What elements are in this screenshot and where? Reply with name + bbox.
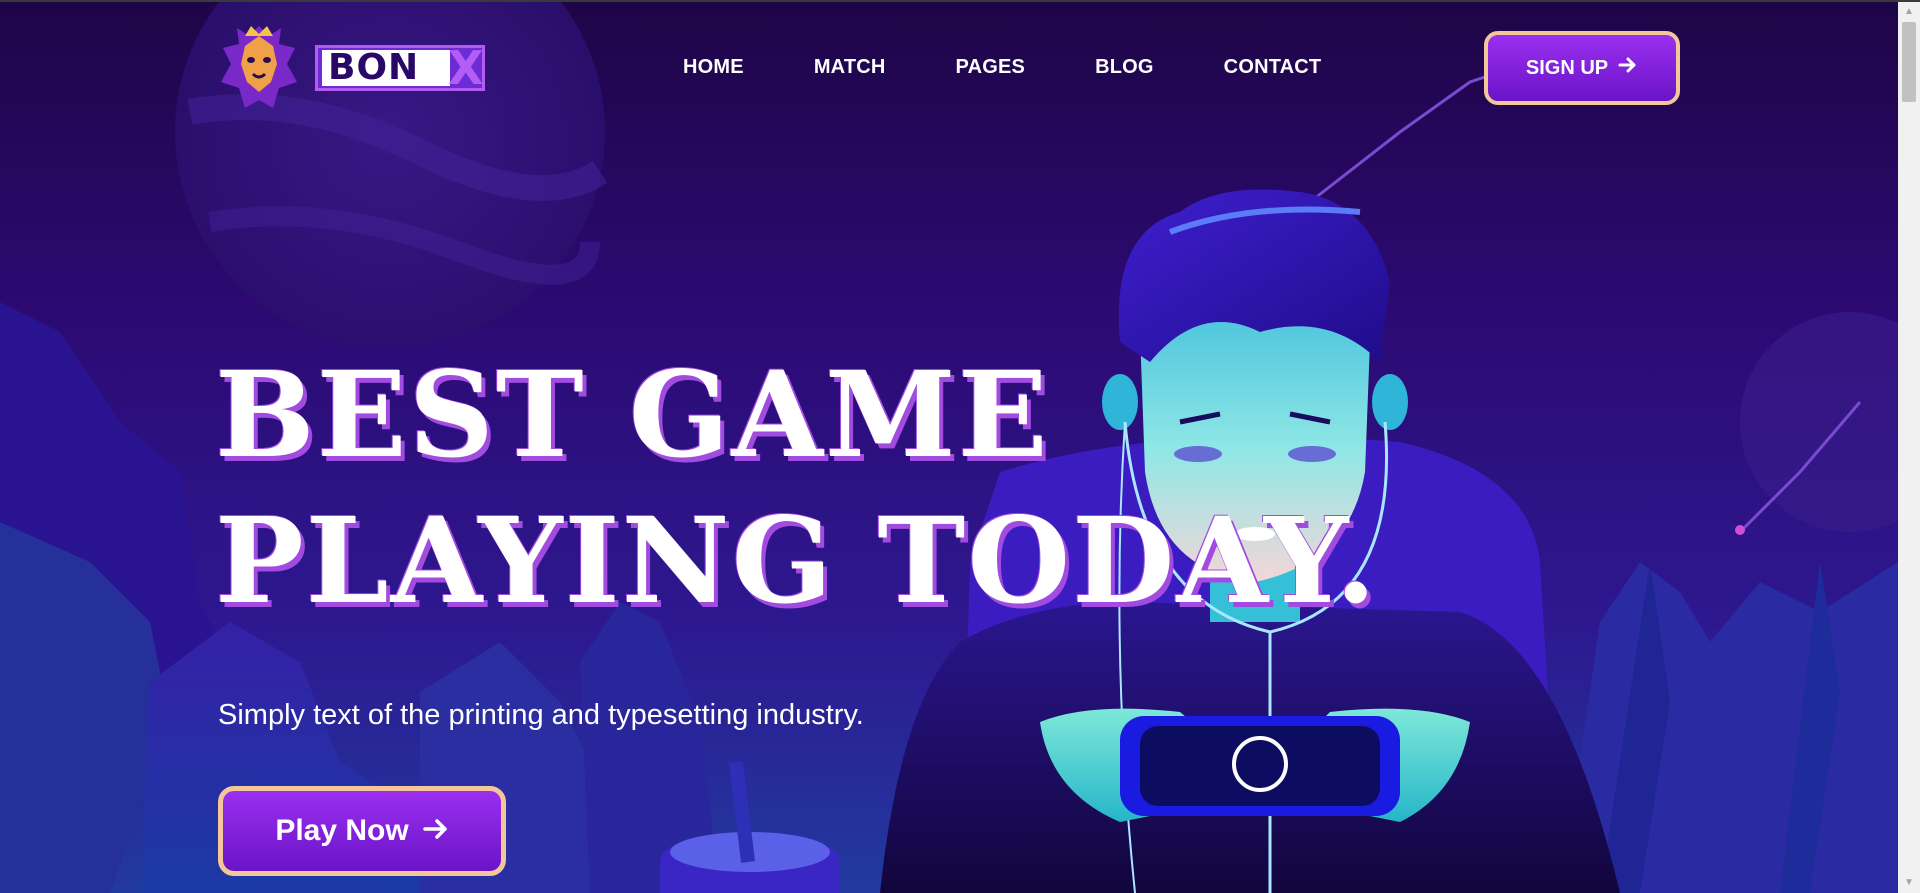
hero-headline: BEST GAME PLAYING TODAY. — [215, 342, 1378, 634]
sign-up-button[interactable]: SIGN UP — [1484, 31, 1680, 105]
hero-subtitle: Simply text of the printing and typesett… — [218, 699, 864, 731]
nav-pages[interactable]: PAGES — [956, 55, 1026, 79]
sign-up-label: SIGN UP — [1525, 56, 1609, 79]
nav-contact[interactable]: CONTACT — [1224, 55, 1322, 79]
nav-blog[interactable]: BLOG — [1095, 55, 1154, 79]
scroll-up-arrow-icon[interactable]: ▲ — [1898, 2, 1920, 22]
logo[interactable] — [215, 18, 303, 118]
page-scrollbar[interactable]: ▲ ▼ — [1898, 2, 1920, 893]
headline-line-2: PLAYING TODAY. — [215, 491, 1379, 630]
hero-section: BON X HOME MATCH PAGES BLOG CONTACT SIGN… — [0, 2, 1898, 893]
play-now-label: Play Now — [275, 814, 409, 847]
lion-mascot-icon — [221, 26, 297, 108]
nav-home[interactable]: HOME — [683, 55, 744, 79]
main-nav: HOME MATCH PAGES BLOG CONTACT — [683, 55, 1321, 79]
scrollbar-thumb[interactable] — [1902, 22, 1916, 102]
brand-name-accent: X — [448, 41, 484, 95]
arrow-right-icon — [1618, 56, 1638, 80]
nav-match[interactable]: MATCH — [814, 55, 886, 79]
scroll-down-arrow-icon[interactable]: ▼ — [1898, 873, 1920, 893]
brand-name: BON — [322, 50, 450, 86]
arrow-right-icon — [422, 814, 449, 848]
headline-line-1: BEST GAME — [215, 345, 1050, 484]
brand-wordmark[interactable]: BON X — [315, 45, 485, 91]
play-now-button[interactable]: Play Now — [218, 786, 506, 876]
